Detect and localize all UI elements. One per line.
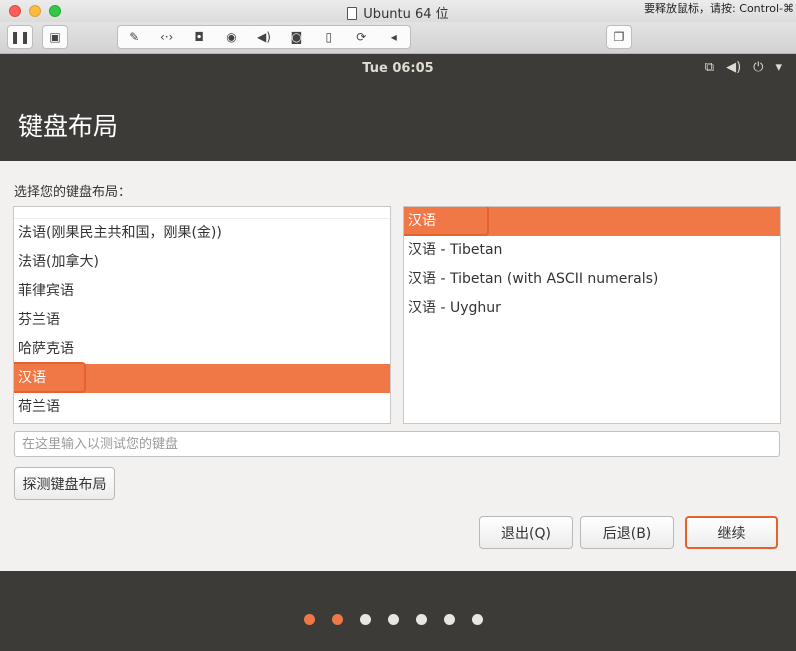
back-button[interactable]: 后退(B) [580, 516, 674, 549]
network-icon[interactable]: ⧉ [705, 60, 714, 75]
pause-icon: ❚❚ [9, 30, 31, 44]
snapshot-button[interactable]: ▣ [42, 25, 68, 49]
layout-item-label: 芬兰语 [18, 312, 60, 328]
progress-dot [388, 614, 399, 625]
installer-header: 键盘布局 [0, 85, 796, 161]
quit-button[interactable]: 退出(Q) [479, 516, 573, 549]
layout-item-label: 汉语 [18, 370, 46, 386]
keyboard-test-input[interactable] [14, 431, 780, 457]
keyboard-variant-list[interactable]: 汉语汉语 - Tibetan 汉语 - Tibetan (with ASCII n… [403, 206, 781, 424]
document-icon [347, 7, 358, 20]
layout-item[interactable]: 菲律宾语 [14, 277, 390, 306]
system-indicators: ⧉ ◀) ⏻ ▾ [705, 60, 782, 75]
variant-item[interactable]: 汉语 - Tibetan (with ASCII numerals) [404, 265, 780, 294]
layout-item[interactable]: 法语(刚果民主共和国，刚果(金)) [14, 219, 390, 248]
list-scroll-remnant [14, 207, 390, 219]
snapshot-icon: ▣ [49, 30, 61, 44]
variant-rows: 汉语汉语 - Tibetan 汉语 - Tibetan (with ASCII n… [404, 207, 780, 323]
wrench-icon[interactable]: ✎ [118, 30, 150, 44]
variant-item-label: 汉语 - Tibetan [408, 242, 503, 258]
progress-dot [360, 614, 371, 625]
variant-item[interactable]: 汉语 - Tibetan [404, 236, 780, 265]
volume-icon[interactable]: ◀) [726, 60, 741, 75]
sharing-icon[interactable]: ⟳ [345, 30, 377, 44]
release-mouse-hint: 要释放鼠标，请按: Control-⌘ [644, 2, 794, 15]
layout-rows: 法语(刚果民主共和国，刚果(金)) 法语(加拿大) 菲律宾语芬兰语哈萨克语汉语荷兰语 [14, 219, 390, 422]
chevron-down-icon[interactable]: ▾ [775, 60, 782, 75]
variant-item-label: 汉语 [408, 213, 436, 229]
volume-icon[interactable]: ◀) [248, 30, 280, 44]
pause-button[interactable]: ❚❚ [7, 25, 33, 49]
disc-icon[interactable]: ◉ [215, 30, 247, 44]
layout-item-label: 法语(刚果民主共和国，刚果(金)) [18, 225, 222, 241]
layout-item[interactable]: 汉语 [14, 362, 390, 393]
progress-dots [304, 614, 483, 625]
power-icon[interactable]: ⏻ [753, 60, 763, 75]
layout-item[interactable]: 芬兰语 [14, 306, 390, 335]
device-toolbar-group: ✎ ‹·› ◘ ◉ ◀) ◙ ▯ ⟳ ◂ [117, 25, 411, 49]
variant-item[interactable]: 汉语 [404, 207, 780, 236]
installer-content: 选择您的键盘布局： 法语(刚果民主共和国，刚果(金)) 法语(加拿大) 菲律宾语芬兰… [0, 161, 796, 571]
layout-item-label: 荷兰语 [18, 399, 60, 415]
detect-layout-button[interactable]: 探测键盘布局 [14, 467, 115, 500]
page-title: 键盘布局 [18, 112, 119, 141]
progress-dot [332, 614, 343, 625]
layout-item[interactable]: 荷兰语 [14, 393, 390, 422]
window-icon: ❐ [613, 30, 625, 44]
variant-item-label: 汉语 - Tibetan (with ASCII numerals) [408, 271, 659, 287]
installer-footer [0, 571, 796, 651]
variant-item-label: 汉语 - Uyghur [408, 300, 501, 316]
layout-item[interactable]: 法语(加拿大) [14, 248, 390, 277]
progress-dot [472, 614, 483, 625]
network-arrows-icon[interactable]: ‹·› [150, 30, 182, 44]
progress-dot [416, 614, 427, 625]
vm-toolbar: ❚❚ ▣ ✎ ‹·› ◘ ◉ ◀) ◙ ▯ ⟳ ◂ ❐ [0, 22, 796, 54]
usb-icon[interactable]: ▯ [313, 30, 345, 44]
layout-item-label: 哈萨克语 [18, 341, 74, 357]
progress-dot [304, 614, 315, 625]
collapse-arrow-icon[interactable]: ◂ [378, 30, 410, 44]
variant-item[interactable]: 汉语 - Uyghur [404, 294, 780, 323]
progress-dot [444, 614, 455, 625]
ubuntu-top-panel: Tue 06:05 ⧉ ◀) ⏻ ▾ [0, 55, 796, 85]
layout-item-label: 法语(加拿大) [18, 254, 99, 270]
fullscreen-button[interactable]: ❐ [606, 25, 632, 49]
layout-item[interactable]: 哈萨克语 [14, 335, 390, 364]
camera-icon[interactable]: ◙ [280, 30, 312, 44]
continue-button[interactable]: 继续 [685, 516, 778, 549]
keyboard-layout-list[interactable]: 法语(刚果民主共和国，刚果(金)) 法语(加拿大) 菲律宾语芬兰语哈萨克语汉语荷兰语 [13, 206, 391, 424]
clock[interactable]: Tue 06:05 [0, 61, 796, 76]
layout-prompt: 选择您的键盘布局： [14, 185, 132, 200]
window-titlebar: Ubuntu 64 位 要释放鼠标，请按: Control-⌘ [0, 0, 796, 22]
harddisk-icon[interactable]: ◘ [183, 30, 215, 44]
window-title-text: Ubuntu 64 位 [363, 7, 449, 22]
layout-item-label: 菲律宾语 [18, 283, 74, 299]
